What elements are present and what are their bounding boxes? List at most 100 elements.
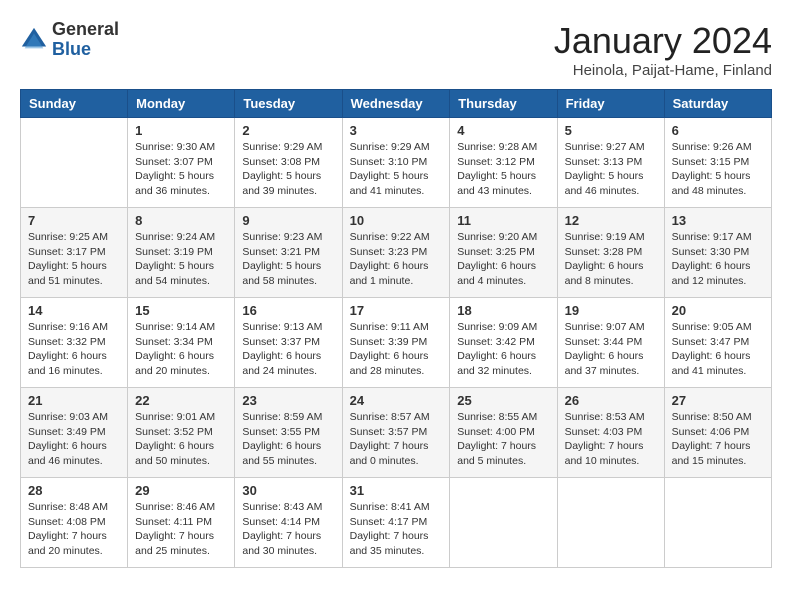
day-number: 28 bbox=[28, 483, 120, 498]
day-number: 10 bbox=[350, 213, 443, 228]
header-day-thursday: Thursday bbox=[450, 90, 557, 118]
calendar-cell: 29Sunrise: 8:46 AMSunset: 4:11 PMDayligh… bbox=[128, 478, 235, 568]
calendar-cell: 3Sunrise: 9:29 AMSunset: 3:10 PMDaylight… bbox=[342, 118, 450, 208]
day-number: 5 bbox=[565, 123, 657, 138]
calendar-cell bbox=[450, 478, 557, 568]
logo-blue: Blue bbox=[52, 40, 119, 60]
day-info: Sunrise: 9:30 AMSunset: 3:07 PMDaylight:… bbox=[135, 140, 227, 199]
day-info: Sunrise: 8:46 AMSunset: 4:11 PMDaylight:… bbox=[135, 500, 227, 559]
calendar-cell bbox=[21, 118, 128, 208]
calendar-cell: 7Sunrise: 9:25 AMSunset: 3:17 PMDaylight… bbox=[21, 208, 128, 298]
page-header: General Blue January 2024 Heinola, Paija… bbox=[20, 20, 772, 79]
day-info: Sunrise: 8:48 AMSunset: 4:08 PMDaylight:… bbox=[28, 500, 120, 559]
day-info: Sunrise: 9:05 AMSunset: 3:47 PMDaylight:… bbox=[672, 320, 764, 379]
calendar-cell: 27 Sunrise: 8:50 AMSunset: 4:06 PMDayligh… bbox=[664, 388, 771, 478]
day-number: 13 bbox=[672, 213, 764, 228]
logo-text: General Blue bbox=[52, 20, 119, 60]
calendar-cell: 9 Sunrise: 9:23 AMSunset: 3:21 PMDaylight… bbox=[235, 208, 342, 298]
day-number: 12 bbox=[565, 213, 657, 228]
calendar-cell bbox=[664, 478, 771, 568]
week-row-1: 1 Sunrise: 9:30 AMSunset: 3:07 PMDaylight… bbox=[21, 118, 772, 208]
day-info: Sunrise: 9:23 AMSunset: 3:21 PMDaylight:… bbox=[242, 230, 334, 289]
day-number: 4 bbox=[457, 123, 549, 138]
calendar-cell: 6Sunrise: 9:26 AMSunset: 3:15 PMDaylight… bbox=[664, 118, 771, 208]
day-info: Sunrise: 9:24 AMSunset: 3:19 PMDaylight:… bbox=[135, 230, 227, 289]
day-number: 19 bbox=[565, 303, 657, 318]
calendar-cell: 16Sunrise: 9:13 AMSunset: 3:37 PMDayligh… bbox=[235, 298, 342, 388]
day-info: Sunrise: 9:16 AMSunset: 3:32 PMDaylight:… bbox=[28, 320, 120, 379]
calendar-cell: 20 Sunrise: 9:05 AMSunset: 3:47 PMDayligh… bbox=[664, 298, 771, 388]
calendar-cell: 12 Sunrise: 9:19 AMSunset: 3:28 PMDayligh… bbox=[557, 208, 664, 298]
day-number: 27 bbox=[672, 393, 764, 408]
day-info: Sunrise: 9:09 AMSunset: 3:42 PMDaylight:… bbox=[457, 320, 549, 379]
day-number: 24 bbox=[350, 393, 443, 408]
day-number: 25 bbox=[457, 393, 549, 408]
calendar-cell: 25 Sunrise: 8:55 AMSunset: 4:00 PMDayligh… bbox=[450, 388, 557, 478]
day-info: Sunrise: 9:27 AMSunset: 3:13 PMDaylight:… bbox=[565, 140, 657, 199]
calendar-cell: 19 Sunrise: 9:07 AMSunset: 3:44 PMDayligh… bbox=[557, 298, 664, 388]
day-number: 3 bbox=[350, 123, 443, 138]
day-info: Sunrise: 8:53 AMSunset: 4:03 PMDaylight:… bbox=[565, 410, 657, 469]
day-info: Sunrise: 9:26 AMSunset: 3:15 PMDaylight:… bbox=[672, 140, 764, 199]
day-info: Sunrise: 8:55 AMSunset: 4:00 PMDaylight:… bbox=[457, 410, 549, 469]
day-number: 30 bbox=[242, 483, 334, 498]
header-day-wednesday: Wednesday bbox=[342, 90, 450, 118]
header-day-sunday: Sunday bbox=[21, 90, 128, 118]
day-number: 7 bbox=[28, 213, 120, 228]
subtitle: Heinola, Paijat-Hame, Finland bbox=[554, 62, 772, 79]
day-number: 8 bbox=[135, 213, 227, 228]
day-info: Sunrise: 9:14 AMSunset: 3:34 PMDaylight:… bbox=[135, 320, 227, 379]
day-number: 9 bbox=[242, 213, 334, 228]
day-number: 11 bbox=[457, 213, 549, 228]
day-number: 16 bbox=[242, 303, 334, 318]
logo-general: General bbox=[52, 20, 119, 40]
day-info: Sunrise: 9:29 AMSunset: 3:08 PMDaylight:… bbox=[242, 140, 334, 199]
day-info: Sunrise: 9:03 AMSunset: 3:49 PMDaylight:… bbox=[28, 410, 120, 469]
day-number: 26 bbox=[565, 393, 657, 408]
day-number: 21 bbox=[28, 393, 120, 408]
logo-icon bbox=[20, 26, 48, 54]
week-row-4: 21 Sunrise: 9:03 AMSunset: 3:49 PMDayligh… bbox=[21, 388, 772, 478]
header-day-friday: Friday bbox=[557, 90, 664, 118]
day-number: 23 bbox=[242, 393, 334, 408]
calendar-cell: 5 Sunrise: 9:27 AMSunset: 3:13 PMDaylight… bbox=[557, 118, 664, 208]
calendar-cell: 24 Sunrise: 8:57 AMSunset: 3:57 PMDayligh… bbox=[342, 388, 450, 478]
calendar-cell: 4Sunrise: 9:28 AMSunset: 3:12 PMDaylight… bbox=[450, 118, 557, 208]
day-info: Sunrise: 8:50 AMSunset: 4:06 PMDaylight:… bbox=[672, 410, 764, 469]
day-number: 14 bbox=[28, 303, 120, 318]
day-number: 1 bbox=[135, 123, 227, 138]
calendar-cell: 11 Sunrise: 9:20 AMSunset: 3:25 PMDayligh… bbox=[450, 208, 557, 298]
logo: General Blue bbox=[20, 20, 119, 60]
day-number: 20 bbox=[672, 303, 764, 318]
calendar-cell: 17 Sunrise: 9:11 AMSunset: 3:39 PMDayligh… bbox=[342, 298, 450, 388]
calendar-cell: 30Sunrise: 8:43 AMSunset: 4:14 PMDayligh… bbox=[235, 478, 342, 568]
day-info: Sunrise: 9:19 AMSunset: 3:28 PMDaylight:… bbox=[565, 230, 657, 289]
day-info: Sunrise: 8:59 AMSunset: 3:55 PMDaylight:… bbox=[242, 410, 334, 469]
day-info: Sunrise: 8:57 AMSunset: 3:57 PMDaylight:… bbox=[350, 410, 443, 469]
day-number: 17 bbox=[350, 303, 443, 318]
month-title: January 2024 bbox=[554, 20, 772, 62]
calendar-cell: 21 Sunrise: 9:03 AMSunset: 3:49 PMDayligh… bbox=[21, 388, 128, 478]
day-info: Sunrise: 8:41 AMSunset: 4:17 PMDaylight:… bbox=[350, 500, 443, 559]
day-number: 31 bbox=[350, 483, 443, 498]
calendar-cell: 14 Sunrise: 9:16 AMSunset: 3:32 PMDayligh… bbox=[21, 298, 128, 388]
day-info: Sunrise: 9:20 AMSunset: 3:25 PMDaylight:… bbox=[457, 230, 549, 289]
day-number: 15 bbox=[135, 303, 227, 318]
day-info: Sunrise: 9:07 AMSunset: 3:44 PMDaylight:… bbox=[565, 320, 657, 379]
header-day-saturday: Saturday bbox=[664, 90, 771, 118]
day-number: 18 bbox=[457, 303, 549, 318]
day-info: Sunrise: 9:01 AMSunset: 3:52 PMDaylight:… bbox=[135, 410, 227, 469]
header-day-tuesday: Tuesday bbox=[235, 90, 342, 118]
calendar-cell: 22Sunrise: 9:01 AMSunset: 3:52 PMDayligh… bbox=[128, 388, 235, 478]
title-block: January 2024 Heinola, Paijat-Hame, Finla… bbox=[554, 20, 772, 79]
header-day-monday: Monday bbox=[128, 90, 235, 118]
week-row-3: 14 Sunrise: 9:16 AMSunset: 3:32 PMDayligh… bbox=[21, 298, 772, 388]
calendar-cell: 8 Sunrise: 9:24 AMSunset: 3:19 PMDaylight… bbox=[128, 208, 235, 298]
calendar-cell: 28 Sunrise: 8:48 AMSunset: 4:08 PMDayligh… bbox=[21, 478, 128, 568]
day-number: 2 bbox=[242, 123, 334, 138]
day-info: Sunrise: 9:17 AMSunset: 3:30 PMDaylight:… bbox=[672, 230, 764, 289]
day-info: Sunrise: 9:11 AMSunset: 3:39 PMDaylight:… bbox=[350, 320, 443, 379]
calendar-cell: 31 Sunrise: 8:41 AMSunset: 4:17 PMDayligh… bbox=[342, 478, 450, 568]
day-info: Sunrise: 9:22 AMSunset: 3:23 PMDaylight:… bbox=[350, 230, 443, 289]
calendar-cell: 26 Sunrise: 8:53 AMSunset: 4:03 PMDayligh… bbox=[557, 388, 664, 478]
